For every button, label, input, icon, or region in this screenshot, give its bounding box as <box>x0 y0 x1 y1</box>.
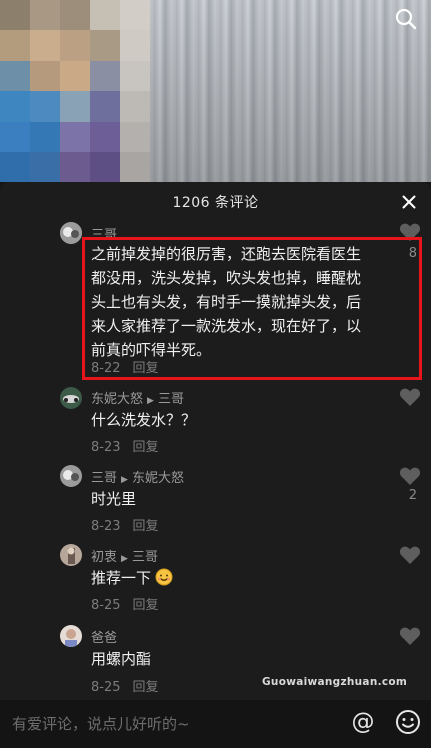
reply-to-username[interactable]: 三哥 <box>132 550 158 565</box>
search-icon <box>395 8 417 30</box>
like-button[interactable] <box>399 545 421 565</box>
emoji-icon <box>396 710 420 734</box>
avatar[interactable] <box>60 625 82 647</box>
reply-to-username[interactable]: 东妮大怒 <box>132 471 184 486</box>
comment-text: 时光里 <box>91 490 137 508</box>
heart-icon <box>399 546 421 564</box>
close-button[interactable] <box>399 192 419 212</box>
heart-icon <box>399 467 421 485</box>
like-button[interactable] <box>399 387 421 407</box>
comment-date: 8-23 <box>91 519 121 534</box>
comment-username[interactable]: 爸爸 <box>91 627 117 646</box>
comment-sheet: 1206 条评论 三哥 之前掉发掉的很厉害，还跑去医院看医生 都没用，洗头发掉，… <box>0 182 431 748</box>
comment-date: 8-25 <box>91 598 121 613</box>
comment-date: 8-23 <box>91 440 121 455</box>
comment-text-content: 推荐一下 <box>91 569 152 587</box>
highlight-box <box>82 237 422 380</box>
username[interactable]: 初衷 <box>91 550 117 565</box>
like-button[interactable] <box>399 626 421 646</box>
username[interactable]: 东妮大怒 <box>91 392 143 407</box>
avatar[interactable] <box>60 222 82 244</box>
avatar[interactable] <box>60 387 82 409</box>
video-background <box>0 0 431 182</box>
heart-icon <box>399 627 421 645</box>
comment-input[interactable] <box>12 710 312 738</box>
close-icon <box>402 195 416 209</box>
comment-meta: 8-23 回复 <box>91 436 159 455</box>
comment-meta: 8-23 回复 <box>91 515 159 534</box>
sheet-header: 1206 条评论 <box>0 182 431 222</box>
avatar[interactable] <box>60 544 82 566</box>
search-button[interactable] <box>391 4 421 34</box>
reply-button[interactable]: 回复 <box>133 598 159 613</box>
at-icon: @ <box>351 709 375 735</box>
like-button[interactable] <box>399 466 421 486</box>
comment-text: 推荐一下 <box>91 566 173 593</box>
comment-meta: 8-25 回复 <box>91 594 159 613</box>
emoji-button[interactable] <box>395 709 421 735</box>
comment-username[interactable]: 东妮大怒 ▶ 三哥 <box>91 388 184 407</box>
username[interactable]: 三哥 <box>91 471 117 486</box>
comment-text: 用螺内酯 <box>91 650 152 668</box>
reply-button[interactable]: 回复 <box>133 440 159 455</box>
comment-text: 什么洗发水？？ <box>91 411 197 429</box>
comment-input-bar: @ <box>0 700 431 748</box>
like-count: 2 <box>408 488 417 503</box>
comment-meta: 8-25 回复 <box>91 676 159 695</box>
comment-username[interactable]: 初衷 ▶ 三哥 <box>91 546 158 565</box>
reply-arrow-icon: ▶ <box>121 475 128 485</box>
watermark: Guowaiwangzhuan.com <box>262 676 408 688</box>
smiling-face-icon <box>155 568 173 593</box>
heart-icon <box>399 388 421 406</box>
comment-date: 8-25 <box>91 680 121 695</box>
avatar[interactable] <box>60 465 82 487</box>
reply-arrow-icon: ▶ <box>147 396 154 406</box>
pixelated-face <box>0 0 150 182</box>
mention-button[interactable]: @ <box>349 708 377 736</box>
reply-button[interactable]: 回复 <box>133 680 159 695</box>
comment-username[interactable]: 三哥 ▶ 东妮大怒 <box>91 467 184 486</box>
comment-count-title: 1206 条评论 <box>172 195 259 211</box>
reply-arrow-icon: ▶ <box>121 554 128 564</box>
reply-to-username[interactable]: 三哥 <box>158 392 184 407</box>
reply-button[interactable]: 回复 <box>133 519 159 534</box>
